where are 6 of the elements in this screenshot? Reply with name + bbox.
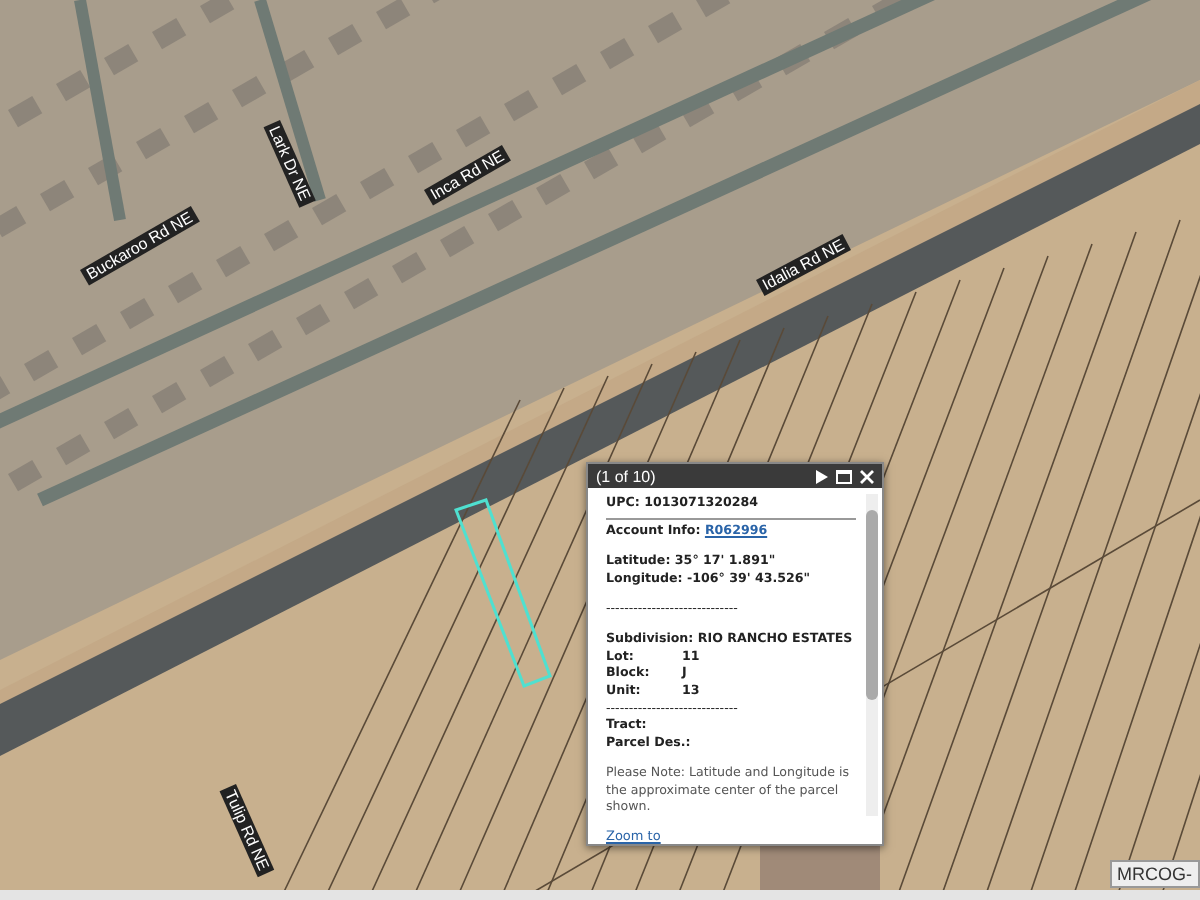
close-button[interactable] <box>860 469 874 483</box>
popup-counter: (1 of 10) <box>596 467 658 485</box>
maximize-button[interactable] <box>836 469 852 483</box>
attribution-text: MRCOG- <box>1109 860 1200 888</box>
scrollbar[interactable] <box>866 494 878 816</box>
next-button[interactable] <box>816 469 828 483</box>
